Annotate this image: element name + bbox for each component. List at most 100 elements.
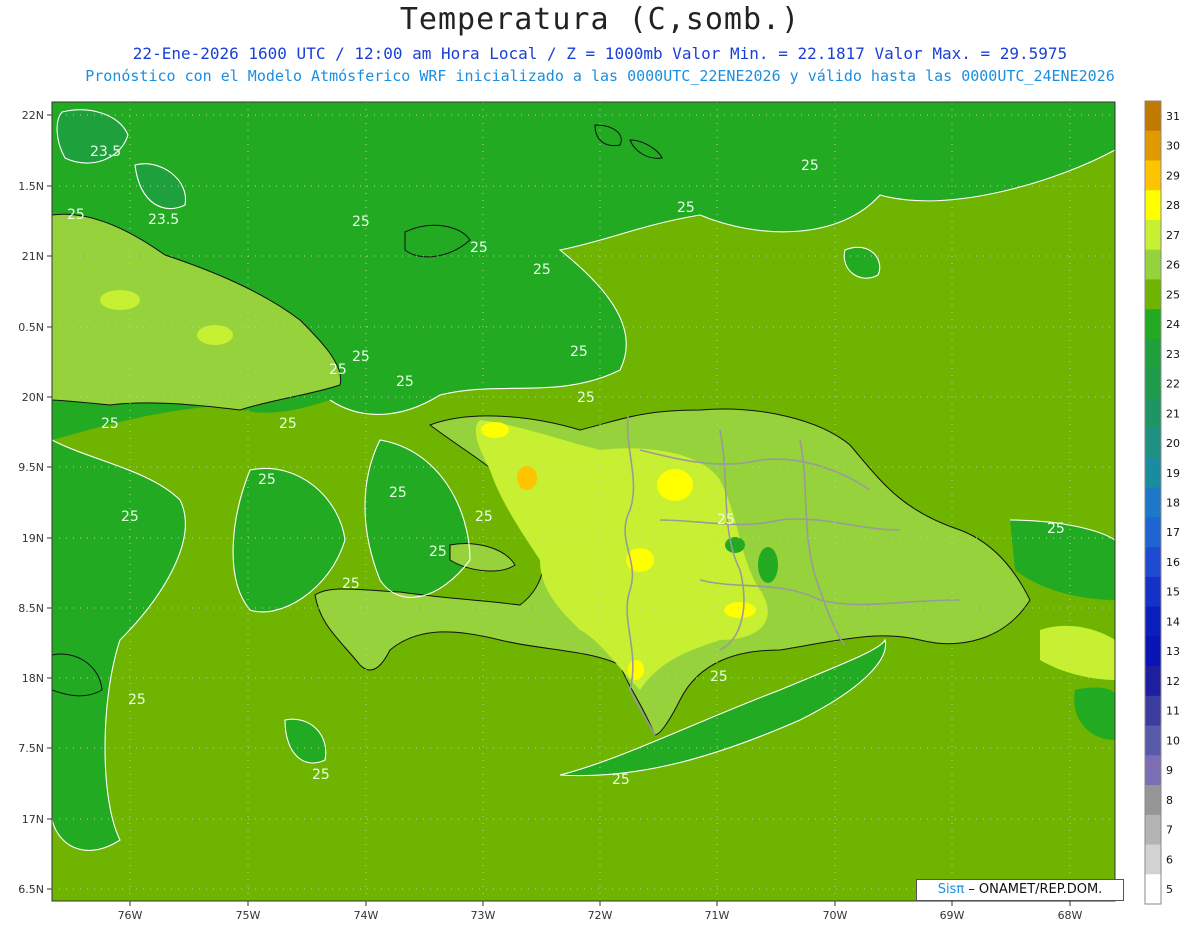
hispaniola-hot-4 bbox=[724, 602, 756, 618]
legend-swatch bbox=[1145, 398, 1161, 429]
legend-swatch bbox=[1145, 457, 1161, 489]
legend-label: 22 bbox=[1166, 378, 1180, 391]
sispi-logo-text: Sisπ bbox=[937, 882, 965, 897]
legend-swatch bbox=[1145, 666, 1161, 697]
legend-swatch bbox=[1145, 338, 1161, 370]
legend-swatch bbox=[1145, 279, 1161, 310]
legend-swatch bbox=[1145, 101, 1161, 132]
lon-label: 70W bbox=[823, 909, 848, 922]
lat-label: 0.5N bbox=[18, 321, 44, 334]
legend-swatch bbox=[1145, 428, 1161, 459]
contour-label: 25 bbox=[677, 200, 695, 216]
lon-label: 76W bbox=[118, 909, 143, 922]
legend-swatch bbox=[1145, 517, 1161, 548]
legend-label: 6 bbox=[1166, 853, 1173, 866]
legend-label: 30 bbox=[1166, 140, 1180, 153]
legend-label: 24 bbox=[1166, 318, 1180, 331]
lat-label: 17N bbox=[22, 813, 44, 826]
legend-swatch bbox=[1145, 725, 1161, 756]
lon-label: 75W bbox=[236, 909, 261, 922]
legend-swatch bbox=[1145, 249, 1161, 280]
legend-label: 17 bbox=[1166, 526, 1180, 539]
contour-label: 25 bbox=[128, 692, 146, 708]
lat-label: 8.5N bbox=[18, 602, 44, 615]
lat-label: 19N bbox=[22, 532, 44, 545]
lat-label: 1.5N bbox=[18, 180, 44, 193]
legend-label: 14 bbox=[1166, 615, 1180, 628]
lat-label: 7.5N bbox=[18, 742, 44, 755]
legend-label: 27 bbox=[1166, 229, 1180, 242]
credit-box: Sisπ – ONAMET/REP.DOM. bbox=[916, 879, 1124, 901]
contour-label: 23.5 bbox=[148, 212, 179, 228]
contour-label: 25 bbox=[710, 669, 728, 685]
legend-label: 20 bbox=[1166, 437, 1180, 450]
legend-swatch bbox=[1145, 130, 1161, 161]
contour-label: 25 bbox=[101, 416, 119, 432]
lon-label: 71W bbox=[705, 909, 730, 922]
legend-label: 9 bbox=[1166, 764, 1173, 777]
hispaniola-hot-2 bbox=[657, 469, 693, 501]
contour-label: 25 bbox=[475, 509, 493, 525]
legend-label: 10 bbox=[1166, 734, 1180, 747]
contour-label: 25 bbox=[67, 207, 85, 223]
cuba-warm-1 bbox=[197, 325, 233, 345]
legend-swatch bbox=[1145, 755, 1161, 786]
lat-label: 20N bbox=[22, 391, 44, 404]
legend-label: 29 bbox=[1166, 169, 1180, 182]
contour-label: 25 bbox=[329, 362, 347, 378]
hispaniola-hot-6 bbox=[628, 660, 644, 680]
legend-swatch bbox=[1145, 309, 1161, 340]
legend-label: 16 bbox=[1166, 556, 1180, 569]
contour-label: 25 bbox=[577, 390, 595, 406]
legend-label: 28 bbox=[1166, 199, 1180, 212]
legend-swatch bbox=[1145, 576, 1161, 608]
legend-label: 21 bbox=[1166, 407, 1180, 420]
lon-axis: 76W 75W 74W 73W 72W 71W 70W 69W 68W bbox=[118, 901, 1083, 922]
hispaniola-hot-5 bbox=[481, 422, 509, 438]
legend-swatch bbox=[1145, 606, 1161, 637]
contour-label: 25 bbox=[396, 374, 414, 390]
legend-swatch bbox=[1145, 487, 1161, 518]
credit-org: – ONAMET/REP.DOM. bbox=[964, 882, 1103, 897]
contour-label: 25 bbox=[279, 416, 297, 432]
cuba-warm-2 bbox=[100, 290, 140, 310]
contour-label-south: 25 bbox=[612, 772, 630, 788]
legend-swatch bbox=[1145, 190, 1161, 221]
lon-label: 73W bbox=[471, 909, 496, 922]
legend-label: 26 bbox=[1166, 259, 1180, 272]
temperature-map: 23.5 23.5 25 25 25 25 25 25 25 25 25 25 … bbox=[18, 100, 1180, 922]
contour-label: 25 bbox=[533, 262, 551, 278]
contour-label-southwest: 25 bbox=[312, 767, 330, 783]
legend-label: 7 bbox=[1166, 824, 1173, 837]
hispaniola-cool-2 bbox=[725, 537, 745, 553]
legend-label: 15 bbox=[1166, 586, 1180, 599]
contour-label: 25 bbox=[342, 576, 360, 592]
lon-label: 74W bbox=[354, 909, 379, 922]
legend-swatch bbox=[1145, 160, 1161, 191]
legend-swatch bbox=[1145, 814, 1161, 846]
legend-label: 18 bbox=[1166, 497, 1180, 510]
lat-label: 22N bbox=[22, 109, 44, 122]
contour-label: 25 bbox=[470, 240, 488, 256]
legend-label: 5 bbox=[1166, 883, 1173, 896]
contour-label: 25 bbox=[717, 512, 735, 528]
legend-swatch bbox=[1145, 636, 1161, 667]
contour-label: 25 bbox=[352, 349, 370, 365]
legend-swatch bbox=[1145, 874, 1161, 905]
legend-label: 19 bbox=[1166, 467, 1180, 480]
color-legend: 31 30 29 28 27 26 25 24 23 22 21 20 19 18 17 16 15 14 13 12… bbox=[1144, 100, 1180, 905]
legend-label: 25 bbox=[1166, 288, 1180, 301]
lat-axis: 22N 1.5N 21N 0.5N 20N 9.5N 19N 8.5N 18N … bbox=[18, 109, 52, 896]
lat-label: 18N bbox=[22, 672, 44, 685]
legend-swatch bbox=[1145, 695, 1161, 727]
legend-swatch bbox=[1145, 785, 1161, 816]
contour-label: 25 bbox=[801, 158, 819, 174]
contour-label: 23.5 bbox=[90, 144, 121, 160]
legend-label: 13 bbox=[1166, 645, 1180, 658]
contour-label: 25 bbox=[121, 509, 139, 525]
hispaniola-cool-center bbox=[758, 547, 778, 583]
contour-label: 25 bbox=[258, 472, 276, 488]
legend-label: 23 bbox=[1166, 348, 1180, 361]
lon-label: 69W bbox=[940, 909, 965, 922]
lat-label: 6.5N bbox=[18, 883, 44, 896]
